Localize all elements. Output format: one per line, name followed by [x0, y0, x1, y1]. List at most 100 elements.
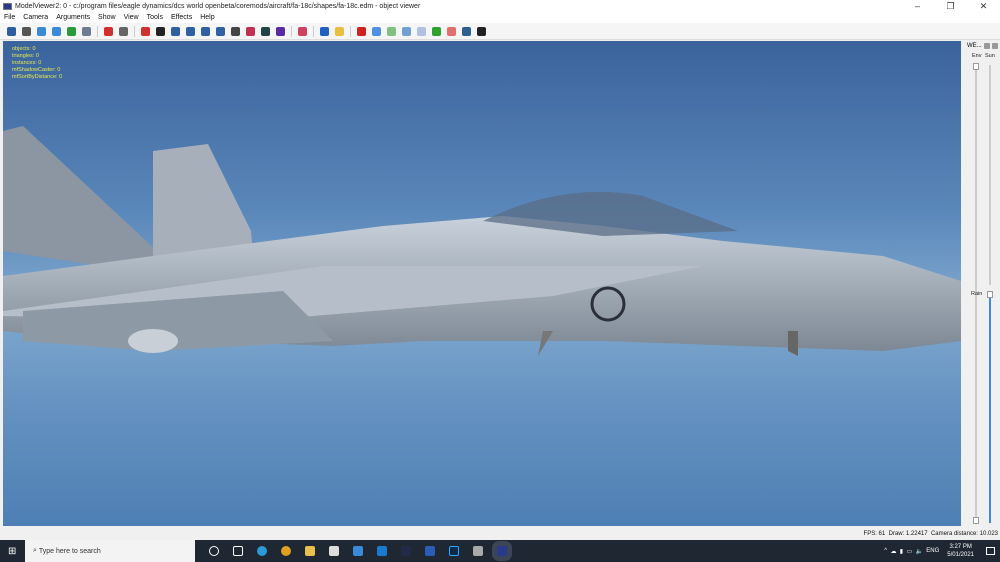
notifications-icon[interactable]: [986, 547, 995, 555]
toolbar-button-icon-10[interactable]: [171, 26, 180, 36]
photoshop-icon[interactable]: [449, 546, 459, 556]
language-indicator[interactable]: ENG: [926, 548, 939, 554]
close-button[interactable]: ✕: [967, 0, 1000, 12]
toolbar-button-icon-21[interactable]: [357, 26, 366, 36]
rain-slider-thumb[interactable]: [987, 291, 993, 298]
toolbar-button-icon-20[interactable]: [335, 26, 344, 36]
store-icon[interactable]: [329, 546, 339, 556]
weather-panel-title: WE...: [967, 42, 982, 49]
app-icon-dark[interactable]: [401, 546, 411, 556]
app-icon: [3, 2, 12, 10]
status-bar: FPS: 61 Draw: 1.22417 Camera distance: 1…: [0, 528, 1000, 540]
toolbar-button-icon-3[interactable]: [52, 26, 61, 36]
menu-help[interactable]: Help: [200, 14, 214, 21]
toolbar-button-icon-17[interactable]: [276, 26, 285, 36]
onedrive-icon[interactable]: ☁: [890, 548, 896, 555]
calculator-icon[interactable]: [473, 546, 483, 556]
windows-start-icon[interactable]: ⊞: [8, 546, 16, 557]
toolbar-button-icon-2[interactable]: [37, 26, 46, 36]
sun-label: Sun: [985, 53, 995, 59]
render-stats: objects: 0 triangles: 0 instances: 0 mfS…: [12, 46, 62, 81]
toolbar-button-icon-27[interactable]: [447, 26, 456, 36]
toolbar-button-icon-6[interactable]: [104, 26, 113, 36]
toolbar-button-icon-8[interactable]: [141, 26, 150, 36]
toolbar-button-icon-14[interactable]: [231, 26, 240, 36]
aircraft-model: [3, 126, 961, 356]
modelviewer-taskbar-icon[interactable]: [492, 541, 512, 561]
toolbar-button-icon-25[interactable]: [417, 26, 426, 36]
toolbar-button-icon-29[interactable]: [477, 26, 486, 36]
camera-distance-readout: Camera distance: 10.023: [930, 531, 998, 537]
stat-shadow-caster: mfShadowCaster: 0: [12, 67, 61, 73]
toolbar-button-icon-22[interactable]: [372, 26, 381, 36]
toolbar-button-icon-9[interactable]: [156, 26, 165, 36]
clock-date: 5/01/2021: [947, 552, 974, 558]
toolbar-button-icon-28[interactable]: [462, 26, 471, 36]
toolbar-button-icon-5[interactable]: [82, 26, 91, 36]
title-bar: ModelViewer2: 0 - c:/program files/eagle…: [0, 0, 1000, 12]
volume-icon[interactable]: 🔈: [915, 548, 922, 555]
fps-readout: FPS: 61: [863, 531, 886, 537]
3d-viewport[interactable]: objects: 0 triangles: 0 instances: 0 mfS…: [3, 41, 961, 526]
chevron-up-icon[interactable]: ^: [884, 548, 887, 554]
sun-slider[interactable]: [989, 65, 991, 285]
word-icon[interactable]: [425, 546, 435, 556]
chrome-icon[interactable]: [281, 546, 291, 556]
toolbar-button-icon-15[interactable]: [246, 26, 255, 36]
menu-camera[interactable]: Camera: [23, 14, 48, 21]
env-label: Env: [972, 53, 982, 59]
cortana-icon[interactable]: [209, 546, 219, 556]
toolbar-separator: [291, 25, 292, 37]
taskbar-search[interactable]: ⌕ Type here to search: [25, 540, 195, 562]
toolbar-button-icon-4[interactable]: [67, 26, 76, 36]
restore-button[interactable]: ❐: [934, 0, 967, 12]
toolbar-button-icon-7[interactable]: [119, 26, 128, 36]
menu-bar: File Camera Arguments Show View Tools Ef…: [0, 12, 1000, 23]
toolbar-button-icon-24[interactable]: [402, 26, 411, 36]
float-button[interactable]: [983, 42, 990, 49]
toolbar-button-icon-16[interactable]: [261, 26, 270, 36]
toolbar-button-icon-18[interactable]: [298, 26, 307, 36]
toolbar-button-icon-23[interactable]: [387, 26, 396, 36]
menu-view[interactable]: View: [124, 14, 139, 21]
taskbar: ⊞ ⌕ Type here to search ^ ☁ ▮ ▭ 🔈 ENG 3:…: [0, 540, 1000, 562]
env-slider-thumb[interactable]: [973, 63, 979, 70]
toolbar: [0, 23, 1000, 40]
toolbar-button-icon-11[interactable]: [186, 26, 195, 36]
toolbar-separator: [134, 25, 135, 37]
network-icon[interactable]: ▭: [906, 548, 912, 555]
stat-objects: objects: 0: [12, 46, 36, 52]
minimize-button[interactable]: –: [901, 0, 934, 12]
toolbar-button-icon-0[interactable]: [7, 26, 16, 36]
edge-icon[interactable]: [257, 546, 267, 556]
menu-effects[interactable]: Effects: [171, 14, 192, 21]
menu-tools[interactable]: Tools: [147, 14, 163, 21]
toolbar-button-icon-26[interactable]: [432, 26, 441, 36]
env-slider-thumb-bottom[interactable]: [973, 517, 979, 524]
toolbar-button-icon-12[interactable]: [201, 26, 210, 36]
search-placeholder: Type here to search: [38, 547, 101, 555]
menu-arguments[interactable]: Arguments: [56, 14, 90, 21]
rain-slider[interactable]: [989, 296, 991, 523]
toolbar-button-icon-13[interactable]: [216, 26, 225, 36]
draw-readout: Draw: 1.22417: [888, 531, 928, 537]
panel-close-button[interactable]: [991, 42, 998, 49]
toolbar-separator: [313, 25, 314, 37]
system-tray: ^ ☁ ▮ ▭ 🔈 ENG 3:27 PM 5/01/2021: [884, 540, 995, 562]
menu-file[interactable]: File: [4, 14, 15, 21]
mail-icon[interactable]: [353, 546, 363, 556]
file-explorer-icon[interactable]: [305, 546, 315, 556]
toolbar-button-icon-1[interactable]: [22, 26, 31, 36]
toolbar-separator: [97, 25, 98, 37]
window-title: ModelViewer2: 0 - c:/program files/eagle…: [15, 2, 421, 10]
stat-triangles: triangles: 0: [12, 53, 39, 59]
stat-sort-by-distance: mfSortByDistance: 0: [12, 74, 63, 80]
microphone-icon[interactable]: ▮: [900, 548, 903, 555]
toolbar-button-icon-19[interactable]: [320, 26, 329, 36]
menu-show[interactable]: Show: [98, 14, 116, 21]
toolbar-separator: [350, 25, 351, 37]
task-view-icon[interactable]: [233, 546, 243, 556]
stat-instances: instances: 0: [12, 60, 42, 66]
clock[interactable]: 3:27 PM 5/01/2021: [947, 543, 974, 559]
app-icon-blue[interactable]: [377, 546, 387, 556]
